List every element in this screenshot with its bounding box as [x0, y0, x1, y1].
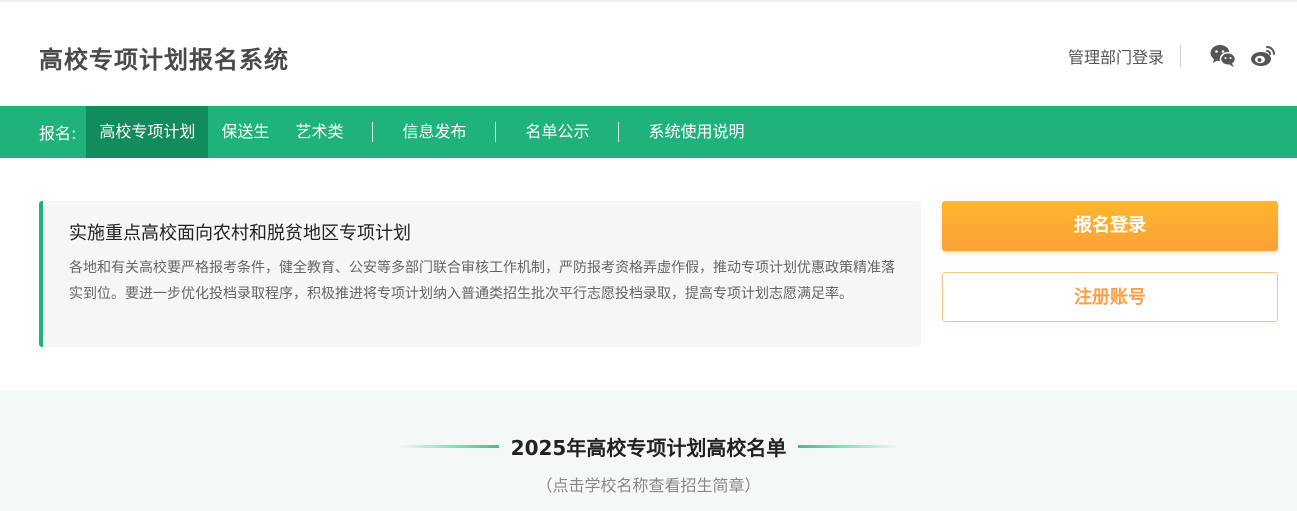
nav-item-art[interactable]: 艺术类: [282, 106, 356, 158]
nav-item-special-plan[interactable]: 高校专项计划: [86, 106, 209, 158]
section-title: 2025年高校专项计划高校名单: [510, 436, 787, 460]
notice-title: 实施重点高校面向农村和脱贫地区专项计划: [69, 223, 411, 244]
nav-divider: [495, 122, 497, 142]
site-title: 高校专项计划报名系统: [39, 46, 289, 74]
title-decoration-left: [396, 445, 499, 448]
main-content: 实施重点高校面向农村和脱贫地区专项计划 各地和有关高校要严格报考条件，健全教育、…: [0, 158, 1297, 388]
school-list-section: 2025年高校专项计划高校名单 （点击学校名称查看招生简章）: [0, 390, 1297, 511]
nav-item-recommended[interactable]: 保送生: [208, 106, 282, 158]
nav-divider: [618, 122, 620, 142]
notice-body: 各地和有关高校要严格报考条件，健全教育、公安等多部门联合审核工作机制，严防报考资…: [69, 260, 895, 302]
section-title-row: 2025年高校专项计划高校名单: [0, 432, 1297, 461]
nav-item-user-guide[interactable]: 系统使用说明: [635, 106, 757, 158]
login-button[interactable]: 报名登录: [942, 201, 1278, 251]
nav-item-list-publicity[interactable]: 名单公示: [512, 106, 602, 158]
nav-divider: [372, 122, 374, 142]
notice-box: 实施重点高校面向农村和脱贫地区专项计划 各地和有关高校要严格报考条件，健全教育、…: [39, 201, 921, 347]
page-header: 高校专项计划报名系统 管理部门登录: [0, 2, 1297, 106]
weibo-icon[interactable]: [1249, 43, 1277, 69]
register-button[interactable]: 注册账号: [942, 272, 1278, 322]
nav-item-news[interactable]: 信息发布: [389, 106, 479, 158]
header-divider: [1180, 45, 1181, 67]
main-nav: 报名: 高校专项计划 保送生 艺术类 信息发布 名单公示 系统使用说明: [0, 106, 1297, 158]
wechat-icon[interactable]: [1209, 43, 1237, 69]
title-decoration-right: [798, 445, 901, 448]
header-actions: 管理部门登录: [1068, 42, 1277, 70]
section-subtitle: （点击学校名称查看招生简章）: [536, 476, 761, 495]
nav-prefix-label: 报名:: [39, 124, 77, 143]
admin-login-link[interactable]: 管理部门登录: [1068, 44, 1164, 68]
